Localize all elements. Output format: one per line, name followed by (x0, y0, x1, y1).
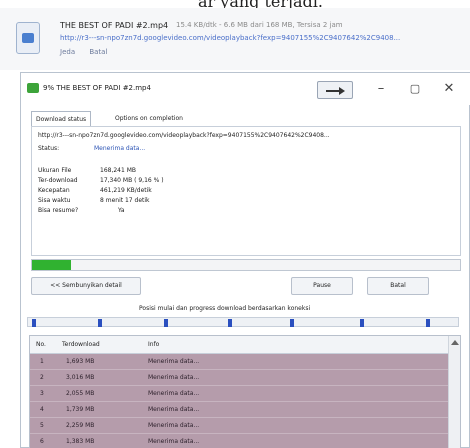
speed-value: 461,219 KB/detik (100, 187, 152, 194)
column-header-info[interactable]: Info (148, 341, 159, 348)
segment-marker (360, 319, 364, 327)
row-info: Menerima data... (148, 422, 200, 429)
row-info: Menerima data... (148, 374, 200, 381)
connection-segments-bar (27, 317, 459, 327)
row-downloaded: 2,055 MB (66, 390, 95, 397)
table-scrollbar[interactable] (448, 336, 460, 448)
row-no: 2 (40, 374, 44, 381)
progress-fill (32, 260, 71, 270)
table-header: No. Terdownload Info (30, 336, 450, 354)
pause-link[interactable]: Jeda (60, 48, 75, 56)
segment-marker (228, 319, 232, 327)
download-dialog: 9% THE BEST OF PADI #2.mp4 – ▢ ✕ Downloa… (20, 72, 470, 448)
row-info: Menerima data... (148, 390, 200, 397)
segment-marker (290, 319, 294, 327)
download-url: http://r3---sn-npo7zn7d.googlevideo.com/… (38, 132, 330, 139)
title-bar[interactable]: 9% THE BEST OF PADI #2.mp4 – ▢ ✕ (21, 73, 470, 105)
tab-download-status[interactable]: Download status (31, 111, 92, 127)
time-left-value: 8 menit 17 detik (100, 197, 150, 204)
notification-title[interactable]: THE BEST OF PADI #2.mp4 (60, 21, 168, 30)
row-no: 1 (40, 358, 44, 365)
row-downloaded: 1,383 MB (66, 438, 95, 445)
notification-meta: 15.4 KB/dtk - 6.6 MB dari 168 MB, Tersis… (176, 21, 343, 29)
arrow-right-icon[interactable] (317, 81, 353, 99)
file-icon (16, 22, 40, 54)
tab-options-on-completion[interactable]: Options on completion (111, 111, 187, 127)
file-size-value: 168,241 MB (100, 167, 137, 174)
row-downloaded: 1,739 MB (66, 406, 95, 413)
segment-marker (32, 319, 36, 327)
segment-marker (98, 319, 102, 327)
file-size-label: Ukuran File (38, 167, 72, 174)
row-downloaded: 2,259 MB (66, 422, 95, 429)
time-left-label: Sisa waktu (38, 197, 71, 204)
row-no: 3 (40, 390, 44, 397)
scroll-up-arrow-icon[interactable] (451, 340, 459, 345)
notification-url[interactable]: http://r3---sn-npo7zn7d.googlevideo.com/… (60, 34, 470, 42)
download-status-panel: http://r3---sn-npo7zn7d.googlevideo.com/… (31, 127, 461, 256)
download-progress-bar (31, 259, 461, 271)
table-row[interactable]: 2 3,016 MB Menerima data... (30, 370, 450, 386)
connections-caption: Posisi mulai dan progress download berda… (139, 305, 311, 312)
downloaded-label: Ter-download (38, 177, 78, 184)
pause-button[interactable]: Pause (291, 277, 353, 295)
status-label: Status: (38, 145, 60, 152)
column-header-no[interactable]: No. (36, 341, 46, 348)
maximize-icon[interactable]: ▢ (401, 78, 429, 102)
resume-label: Bisa resume? (38, 207, 79, 214)
table-row[interactable]: 4 1,739 MB Menerima data... (30, 402, 450, 418)
row-downloaded: 1,693 MB (66, 358, 95, 365)
row-info: Menerima data... (148, 358, 200, 365)
status-value: Menerima data... (94, 145, 146, 152)
minimize-icon[interactable]: – (367, 78, 395, 102)
app-icon (27, 83, 39, 93)
hide-details-button[interactable]: << Sembunyikan detail (31, 277, 141, 295)
row-info: Menerima data... (148, 438, 200, 445)
row-no: 4 (40, 406, 44, 413)
segment-marker (164, 319, 168, 327)
download-notification[interactable]: THE BEST OF PADI #2.mp4 15.4 KB/dtk - 6.… (0, 8, 470, 70)
downloaded-value: 17,340 MB ( 9,16 % ) (100, 177, 164, 184)
column-header-downloaded[interactable]: Terdownload (62, 341, 100, 348)
segment-marker (426, 319, 430, 327)
resume-value: Ya (118, 207, 125, 214)
row-downloaded: 3,016 MB (66, 374, 95, 381)
connections-table: No. Terdownload Info 1 1,693 MB Menerima… (29, 335, 461, 448)
speed-label: Kecepatan (38, 187, 70, 194)
cancel-link[interactable]: Batal (89, 48, 107, 56)
cancel-button[interactable]: Batal (367, 277, 429, 295)
table-row[interactable]: 1 1,693 MB Menerima data... (30, 354, 450, 370)
close-icon[interactable]: ✕ (435, 78, 463, 102)
table-row[interactable]: 5 2,259 MB Menerima data... (30, 418, 450, 434)
notification-actions: Jeda Batal (60, 48, 119, 56)
row-no: 5 (40, 422, 44, 429)
row-no: 6 (40, 438, 44, 445)
table-row[interactable]: 6 1,383 MB Menerima data... (30, 434, 450, 448)
row-info: Menerima data... (148, 406, 200, 413)
window-title: 9% THE BEST OF PADI #2.mp4 (43, 84, 151, 92)
table-row[interactable]: 3 2,055 MB Menerima data... (30, 386, 450, 402)
